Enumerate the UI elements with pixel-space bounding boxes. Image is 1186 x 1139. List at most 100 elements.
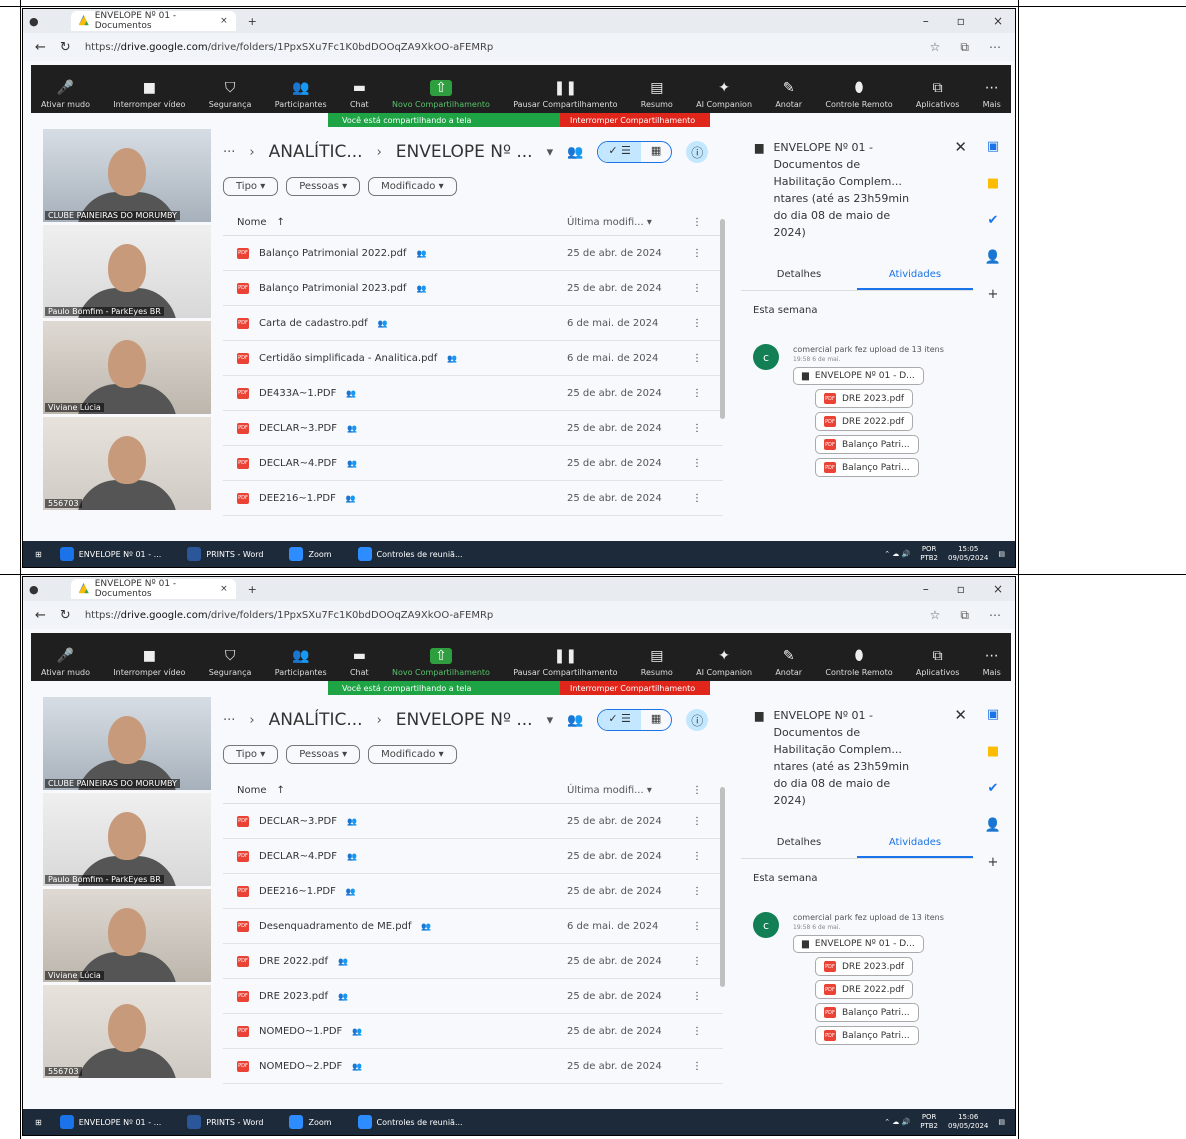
more-icon[interactable]: ⋯ xyxy=(989,40,1001,55)
calendar-icon[interactable]: ▣ xyxy=(987,139,999,154)
contacts-icon[interactable]: 👤 xyxy=(985,250,1001,265)
taskbar-item[interactable]: Zoom xyxy=(289,1115,332,1129)
video-tile[interactable]: 556703 xyxy=(43,417,211,510)
more-vert-icon[interactable]: ⋮ xyxy=(687,318,707,329)
favorite-icon[interactable]: ☆ xyxy=(930,608,941,623)
filter-chip[interactable]: Modificado ▾ xyxy=(368,177,457,196)
activity-file-chip[interactable]: ▆ ENVELOPE Nº 01 - D... xyxy=(793,935,924,953)
maximize-button[interactable]: ▫ xyxy=(957,14,965,28)
notifications-icon[interactable]: ▤ xyxy=(998,1118,1005,1126)
stop-share-button[interactable]: Interromper Compartilhamento xyxy=(560,113,710,127)
zoom-item[interactable]: ⛉ Segurança xyxy=(209,80,252,109)
zoom-item[interactable]: ⋯ Mais xyxy=(983,80,1001,109)
list-view-icon[interactable]: ✓ ☰ xyxy=(598,710,641,730)
back-icon[interactable]: ← xyxy=(35,40,46,55)
browser-tab[interactable]: ENVELOPE Nº 01 - Documentos × xyxy=(70,579,236,599)
grid-view-icon[interactable]: ▦ xyxy=(641,142,671,162)
wifi-icon[interactable]: ⌃ ☁ 🔊 xyxy=(884,1118,910,1126)
info-icon[interactable]: ⓘ xyxy=(686,141,709,163)
file-row[interactable]: PDF NOMEDO~2.PDF 👥 25 de abr. de 2024 ⋮ xyxy=(223,1049,723,1084)
url-field[interactable]: https://drive.google.com/drive/folders/1… xyxy=(85,610,493,621)
tab-activity[interactable]: Atividades xyxy=(857,837,973,858)
column-name[interactable]: Nome xyxy=(237,217,267,228)
close-window-button[interactable]: × xyxy=(993,14,1003,28)
zoom-item[interactable]: ⬮ Controle Remoto xyxy=(825,80,892,109)
more-vert-icon[interactable]: ⋮ xyxy=(687,991,707,1002)
activity-file-chip[interactable]: PDF DRE 2022.pdf xyxy=(815,412,914,431)
stop-share-button[interactable]: Interromper Compartilhamento xyxy=(560,681,710,695)
collections-icon[interactable]: ⧉ xyxy=(960,40,969,55)
column-modified[interactable]: Última modifi... xyxy=(567,217,644,228)
zoom-item[interactable]: ▤ Resumo xyxy=(641,80,673,109)
file-row[interactable]: PDF DE433A~1.PDF 👥 25 de abr. de 2024 ⋮ xyxy=(223,376,723,411)
more-vert-icon[interactable]: ⋮ xyxy=(687,283,707,294)
info-icon[interactable]: ⓘ xyxy=(686,709,709,731)
more-vert-icon[interactable]: ⋮ xyxy=(687,785,707,796)
add-icon[interactable]: + xyxy=(988,855,999,870)
taskbar-item[interactable]: ENVELOPE Nº 01 - ... xyxy=(59,547,161,561)
more-vert-icon[interactable]: ⋮ xyxy=(687,851,707,862)
file-row[interactable]: PDF DEE216~1.PDF 👥 25 de abr. de 2024 ⋮ xyxy=(223,481,723,516)
zoom-item[interactable]: ⧉ Aplicativos xyxy=(916,80,959,109)
more-vert-icon[interactable]: ⋮ xyxy=(687,1026,707,1037)
contacts-icon[interactable]: 👤 xyxy=(985,818,1001,833)
keep-icon[interactable]: ■ xyxy=(987,176,999,191)
tasks-icon[interactable]: ✔ xyxy=(988,781,999,796)
video-tile[interactable]: Paulo Bomfim - ParkEyes BR xyxy=(43,793,211,886)
tab-details[interactable]: Detalhes xyxy=(741,269,857,290)
filter-chip[interactable]: Tipo ▾ xyxy=(223,745,279,764)
file-row[interactable]: PDF DRE 2023.pdf 👥 25 de abr. de 2024 ⋮ xyxy=(223,979,723,1014)
maximize-button[interactable]: ▫ xyxy=(957,582,965,596)
scrollbar[interactable] xyxy=(720,787,725,987)
zoom-item[interactable]: 🎤 Ativar mudo xyxy=(41,80,90,109)
more-vert-icon[interactable]: ⋮ xyxy=(687,458,707,469)
scrollbar[interactable] xyxy=(720,219,725,419)
zoom-item[interactable]: ■ Interromper vídeo xyxy=(113,80,185,109)
zoom-item[interactable]: ✎ Anotar xyxy=(775,80,802,109)
filter-chip[interactable]: Tipo ▾ xyxy=(223,177,279,196)
grid-view-icon[interactable]: ▦ xyxy=(641,710,671,730)
file-row[interactable]: PDF DEE216~1.PDF 👥 25 de abr. de 2024 ⋮ xyxy=(223,874,723,909)
more-vert-icon[interactable]: ⋮ xyxy=(687,248,707,259)
zoom-item[interactable]: ⧉ Aplicativos xyxy=(916,648,959,677)
file-row[interactable]: PDF Balanço Patrimonial 2022.pdf 👥 25 de ab… xyxy=(223,236,723,271)
file-row[interactable]: PDF Carta de cadastro.pdf 👥 6 de mai. de 20… xyxy=(223,306,723,341)
filter-chip[interactable]: Pessoas ▾ xyxy=(286,745,361,764)
filter-chip[interactable]: Modificado ▾ xyxy=(368,745,457,764)
zoom-item[interactable]: 👥 Participantes xyxy=(275,648,327,677)
new-tab-button[interactable]: + xyxy=(248,583,257,596)
taskbar-item[interactable]: Controles de reuniã... xyxy=(357,1115,463,1129)
close-window-button[interactable]: × xyxy=(993,582,1003,596)
video-tile[interactable]: CLUBE PAINEIRAS DO MORUMBY xyxy=(43,697,211,790)
zoom-item[interactable]: ▤ Resumo xyxy=(641,648,673,677)
zoom-item[interactable]: ⬮ Controle Remoto xyxy=(825,648,892,677)
favorite-icon[interactable]: ☆ xyxy=(930,40,941,55)
reload-icon[interactable]: ↻ xyxy=(60,608,71,623)
file-row[interactable]: PDF Certidão simplificada - Analitica.pdf… xyxy=(223,341,723,376)
activity-file-chip[interactable]: PDF Balanço Patri... xyxy=(815,1003,919,1022)
video-tile[interactable]: Viviane Lúcia xyxy=(43,889,211,982)
more-vert-icon[interactable]: ⋮ xyxy=(687,886,707,897)
zoom-item[interactable]: ⋯ Mais xyxy=(983,648,1001,677)
more-vert-icon[interactable]: ⋮ xyxy=(687,388,707,399)
close-tab-icon[interactable]: × xyxy=(220,584,228,594)
view-toggle[interactable]: ✓ ☰ ▦ xyxy=(597,141,673,163)
zoom-item[interactable]: ▬ Chat xyxy=(350,80,369,109)
keep-icon[interactable]: ■ xyxy=(987,744,999,759)
close-details-icon[interactable]: ✕ xyxy=(954,139,973,241)
taskbar-item[interactable]: Controles de reuniã... xyxy=(357,547,463,561)
activity-file-chip[interactable]: PDF DRE 2022.pdf xyxy=(815,980,914,999)
activity-file-chip[interactable]: PDF Balanço Patri... xyxy=(815,1026,919,1045)
breadcrumb-current[interactable]: ENVELOPE Nº ... xyxy=(396,710,533,730)
activity-file-chip[interactable]: PDF DRE 2023.pdf xyxy=(815,957,914,976)
video-tile[interactable]: Viviane Lúcia xyxy=(43,321,211,414)
minimize-button[interactable]: – xyxy=(923,14,929,28)
more-vert-icon[interactable]: ⋮ xyxy=(687,1061,707,1072)
file-row[interactable]: PDF Balanço Patrimonial 2023.pdf 👥 25 de ab… xyxy=(223,271,723,306)
more-vert-icon[interactable]: ⋮ xyxy=(687,921,707,932)
start-icon[interactable]: ⊞ xyxy=(35,550,42,559)
zoom-item[interactable]: ❚❚ Pausar Compartilhamento xyxy=(513,80,617,109)
calendar-icon[interactable]: ▣ xyxy=(987,707,999,722)
file-row[interactable]: PDF DRE 2022.pdf 👥 25 de abr. de 2024 ⋮ xyxy=(223,944,723,979)
video-tile[interactable]: 556703 xyxy=(43,985,211,1078)
